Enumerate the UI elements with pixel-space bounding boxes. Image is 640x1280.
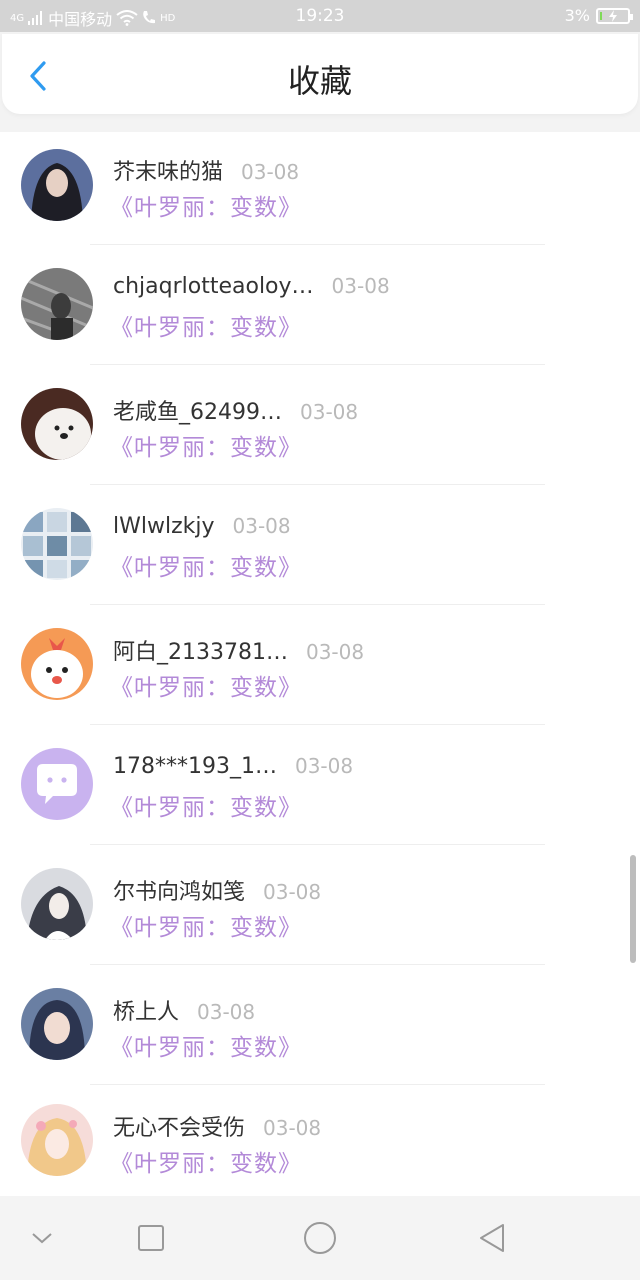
list-item[interactable]: lWlwlzkjy 03-08 《叶罗丽：变数》: [0, 492, 640, 612]
book-title[interactable]: 《叶罗丽：变数》: [110, 1028, 302, 1062]
list-item[interactable]: chjaqrlotteaoloy… 03-08 《叶罗丽：变数》: [0, 252, 640, 372]
header: 收藏: [2, 34, 638, 114]
name-row: 无心不会受伤 03-08: [113, 1110, 321, 1142]
user-name[interactable]: 178***193_1…: [113, 754, 277, 779]
list-item[interactable]: 老咸鱼_62499… 03-08 《叶罗丽：变数》: [0, 372, 640, 492]
back-nav-button[interactable]: [470, 1216, 514, 1260]
avatar[interactable]: [21, 149, 93, 221]
divider: [90, 484, 545, 485]
divider: [90, 244, 545, 245]
home-button[interactable]: [298, 1216, 342, 1260]
book-title[interactable]: 《叶罗丽：变数》: [110, 428, 302, 462]
date: 03-08: [241, 160, 300, 184]
user-name[interactable]: 无心不会受伤: [113, 1110, 245, 1142]
battery-percent: 3%: [564, 6, 590, 25]
date: 03-08: [232, 514, 291, 538]
divider: [90, 964, 545, 965]
list-item[interactable]: 桥上人 03-08 《叶罗丽：变数》: [0, 972, 640, 1092]
date: 03-08: [300, 400, 359, 424]
list-item[interactable]: 178***193_1… 03-08 《叶罗丽：变数》: [0, 732, 640, 852]
list-item[interactable]: 尔书向鸿如笺 03-08 《叶罗丽：变数》: [0, 852, 640, 972]
date: 03-08: [294, 754, 354, 778]
circle-icon: [304, 1222, 336, 1254]
scrollbar[interactable]: [630, 855, 636, 963]
avatar[interactable]: [21, 988, 93, 1060]
status-bar: 4G 中国移动 HD 19:23 3%: [0, 0, 640, 32]
page-title: 收藏: [287, 62, 352, 100]
user-name[interactable]: chjaqrlotteaoloy…: [113, 274, 314, 299]
navigation-bar: [0, 1196, 640, 1280]
book-title[interactable]: 《叶罗丽：变数》: [110, 788, 302, 822]
user-name[interactable]: 芥末味的猫: [113, 154, 223, 186]
book-title[interactable]: 《叶罗丽：变数》: [110, 548, 302, 582]
user-name[interactable]: lWlwlzkjy: [113, 514, 215, 539]
battery-fill: [600, 11, 602, 20]
chevron-down-icon: [32, 1233, 52, 1244]
name-row: lWlwlzkjy 03-08: [113, 514, 291, 539]
status-right: 3%: [564, 6, 633, 25]
battery-icon: [596, 7, 633, 24]
divider: [90, 1084, 545, 1085]
name-row: 芥末味的猫 03-08: [113, 154, 299, 186]
name-row: 桥上人 03-08: [113, 994, 255, 1026]
avatar[interactable]: [21, 388, 93, 460]
list-item[interactable]: 阿白_2133781… 03-08 《叶罗丽：变数》: [0, 612, 640, 732]
hide-nav-button[interactable]: [20, 1216, 64, 1260]
book-title[interactable]: 《叶罗丽：变数》: [110, 668, 302, 702]
name-row: chjaqrlotteaoloy… 03-08: [113, 274, 390, 299]
divider: [90, 724, 545, 725]
divider: [90, 844, 545, 845]
name-row: 阿白_2133781… 03-08: [113, 634, 364, 666]
date: 03-08: [263, 880, 322, 904]
avatar[interactable]: [21, 1104, 93, 1176]
book-title[interactable]: 《叶罗丽：变数》: [110, 908, 302, 942]
date: 03-08: [331, 274, 390, 298]
name-row: 老咸鱼_62499… 03-08: [113, 394, 358, 426]
book-title[interactable]: 《叶罗丽：变数》: [110, 308, 302, 342]
avatar[interactable]: [21, 508, 93, 580]
recent-apps-button[interactable]: [129, 1216, 173, 1260]
user-name[interactable]: 老咸鱼_62499…: [113, 394, 282, 426]
status-time: 19:23: [295, 6, 345, 26]
divider: [90, 604, 545, 605]
square-icon: [138, 1225, 164, 1251]
name-row: 尔书向鸿如笺 03-08: [113, 874, 321, 906]
avatar[interactable]: [21, 868, 93, 940]
charging-icon: [609, 9, 617, 22]
user-name[interactable]: 桥上人: [113, 994, 179, 1026]
list-item[interactable]: 无心不会受伤 03-08 《叶罗丽：变数》: [0, 1092, 640, 1196]
favorites-list: 芥末味的猫 03-08 《叶罗丽：变数》 chjaqrlotteaoloy… 0…: [0, 132, 640, 1196]
avatar[interactable]: [21, 748, 93, 820]
avatar[interactable]: [21, 268, 93, 340]
date: 03-08: [197, 1000, 256, 1024]
name-row: 178***193_1… 03-08: [113, 754, 353, 779]
user-name[interactable]: 尔书向鸿如笺: [113, 874, 245, 906]
date: 03-08: [263, 1116, 322, 1140]
divider: [90, 364, 545, 365]
list-item[interactable]: 芥末味的猫 03-08 《叶罗丽：变数》: [0, 132, 640, 252]
book-title[interactable]: 《叶罗丽：变数》: [110, 188, 302, 222]
book-title[interactable]: 《叶罗丽：变数》: [110, 1144, 302, 1178]
date: 03-08: [305, 640, 365, 664]
avatar[interactable]: [21, 628, 93, 700]
triangle-back-icon: [480, 1224, 504, 1252]
user-name[interactable]: 阿白_2133781…: [113, 634, 288, 666]
